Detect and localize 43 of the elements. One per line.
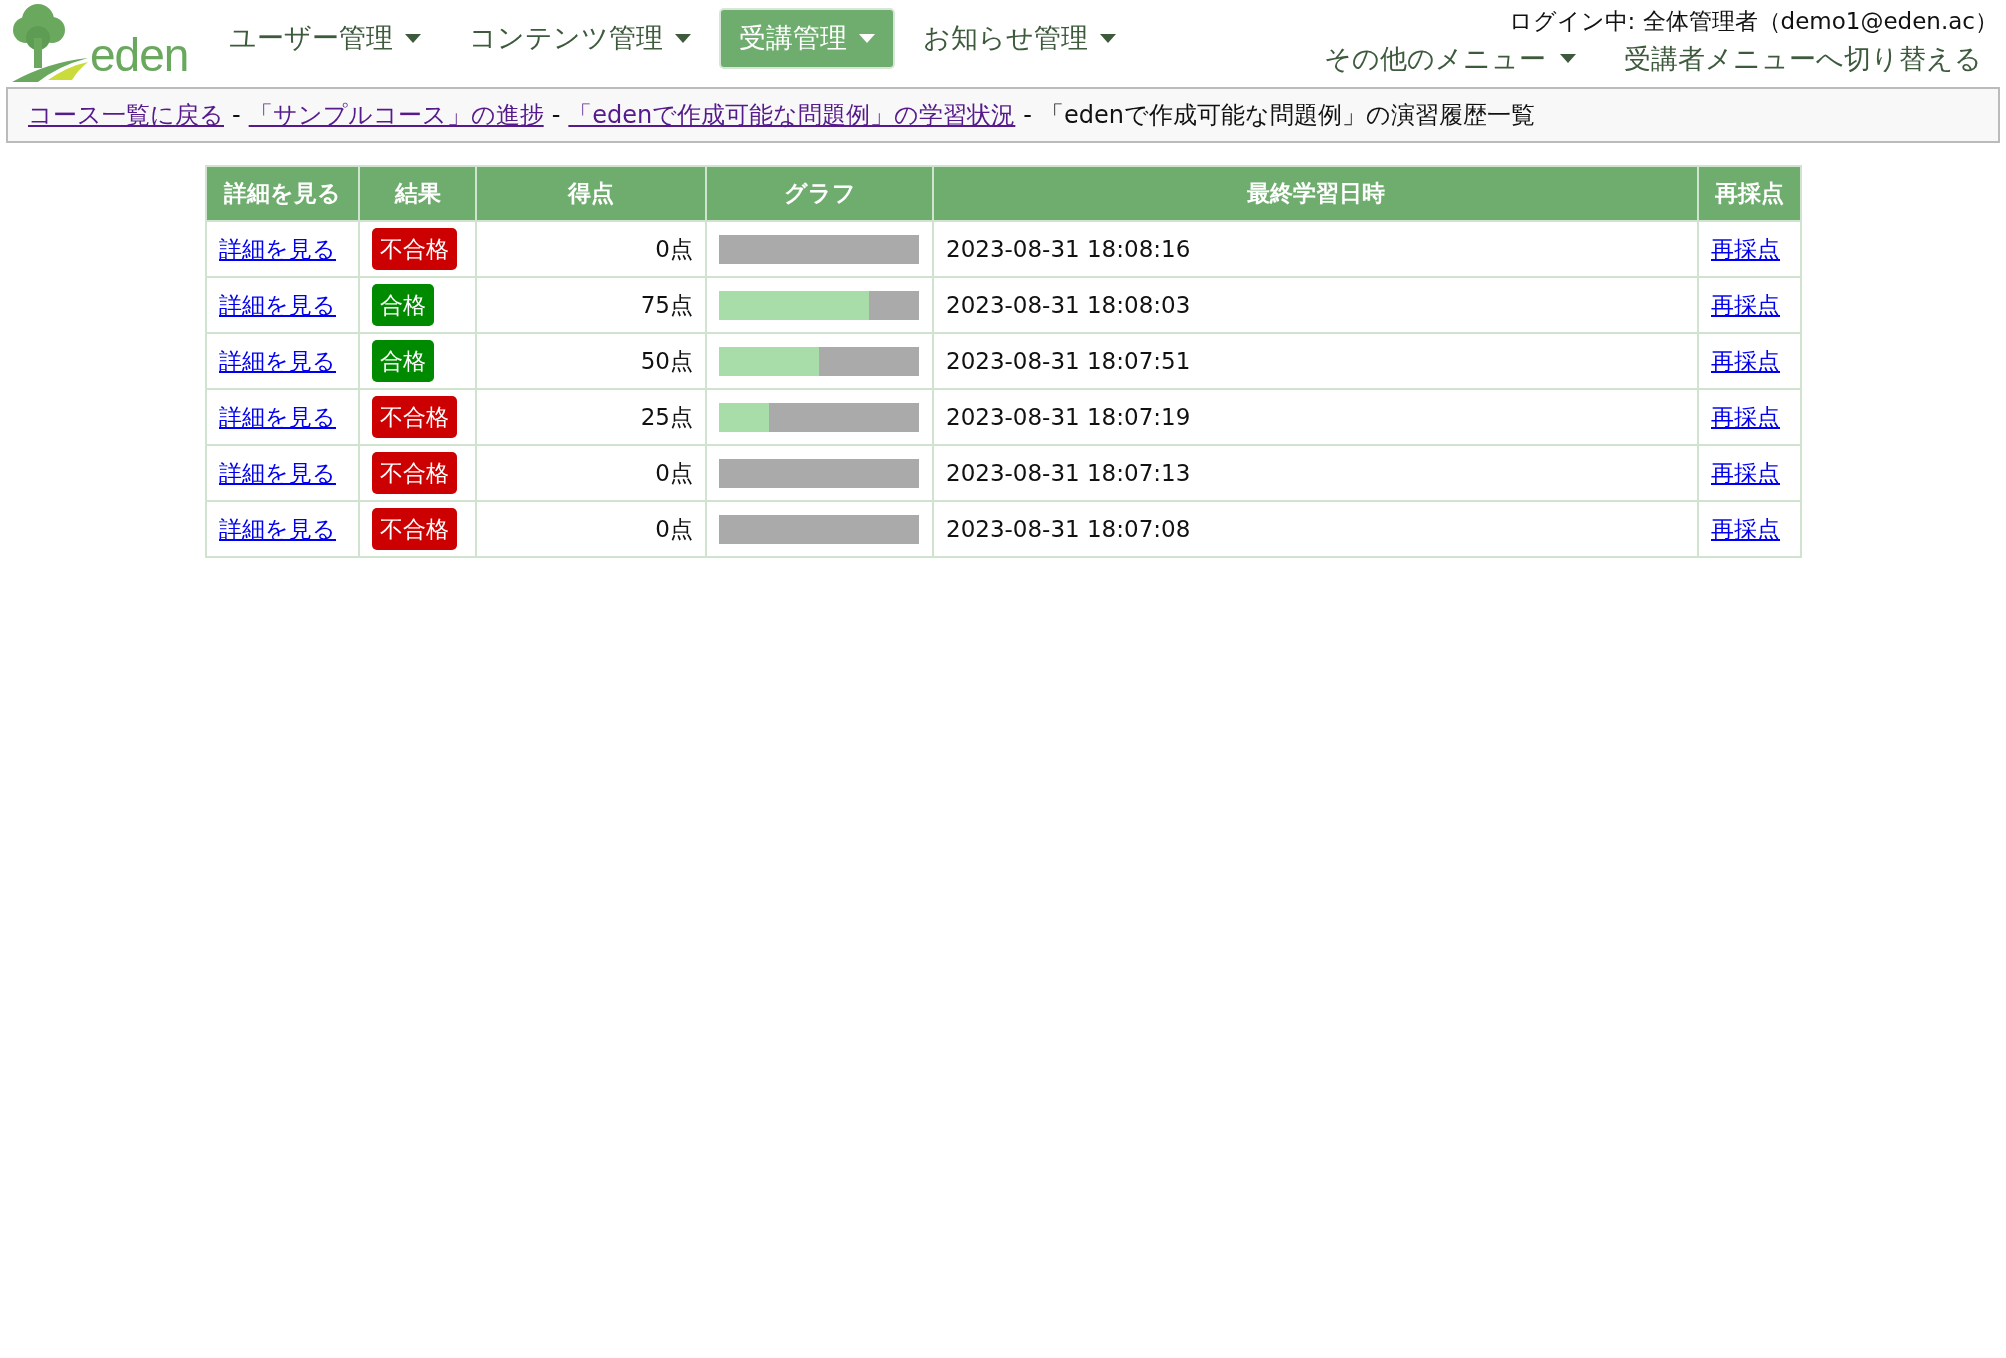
score-cell: 75点 bbox=[476, 277, 706, 333]
switch-menu-link[interactable]: 受講者メニューへ切り替える bbox=[1624, 38, 1982, 79]
date-cell: 2023-08-31 18:07:08 bbox=[933, 501, 1698, 557]
score-cell: 50点 bbox=[476, 333, 706, 389]
score-cell: 25点 bbox=[476, 389, 706, 445]
column-header: 詳細を見る bbox=[206, 166, 359, 221]
date-cell: 2023-08-31 18:07:13 bbox=[933, 445, 1698, 501]
caret-icon bbox=[405, 33, 421, 43]
fail-badge: 不合格 bbox=[372, 395, 457, 439]
breadcrumb-separator: - bbox=[551, 101, 561, 129]
score-cell: 0点 bbox=[476, 445, 706, 501]
date-cell: 2023-08-31 18:08:16 bbox=[933, 221, 1698, 277]
caret-icon bbox=[1560, 54, 1576, 64]
pass-badge: 合格 bbox=[372, 339, 434, 383]
logo-text: eden bbox=[90, 32, 189, 78]
column-header: グラフ bbox=[706, 166, 933, 221]
column-header: 結果 bbox=[359, 166, 476, 221]
breadcrumb-current: 「edenで作成可能な問題例」の演習履歴一覧 bbox=[1040, 101, 1535, 129]
fail-badge: 不合格 bbox=[372, 227, 457, 271]
caret-icon bbox=[675, 33, 691, 43]
fail-badge: 不合格 bbox=[372, 507, 457, 551]
other-menu[interactable]: その他のメニュー bbox=[1324, 38, 1576, 79]
breadcrumb-separator: - bbox=[232, 101, 241, 129]
breadcrumb-link[interactable]: 「edenで作成可能な問題例」の学習状況 bbox=[568, 101, 1016, 129]
column-header: 再採点 bbox=[1698, 166, 1801, 221]
nav-menu[interactable]: コンテンツ管理 bbox=[449, 8, 711, 69]
breadcrumb-link[interactable]: 「サンプルコース」の進捗 bbox=[248, 101, 544, 129]
nav-menu[interactable]: ユーザー管理 bbox=[209, 8, 441, 69]
score-cell: 0点 bbox=[476, 501, 706, 557]
column-header: 最終学習日時 bbox=[933, 166, 1698, 221]
fail-badge: 不合格 bbox=[372, 451, 457, 495]
date-cell: 2023-08-31 18:07:51 bbox=[933, 333, 1698, 389]
breadcrumb-separator: - bbox=[1023, 101, 1032, 129]
date-cell: 2023-08-31 18:08:03 bbox=[933, 277, 1698, 333]
nav-menu[interactable]: お知らせ管理 bbox=[903, 8, 1136, 69]
pass-badge: 合格 bbox=[372, 283, 434, 327]
date-cell: 2023-08-31 18:07:19 bbox=[933, 389, 1698, 445]
score-cell: 0点 bbox=[476, 221, 706, 277]
caret-icon bbox=[1100, 33, 1116, 43]
breadcrumb-link[interactable]: コース一覧に戻る bbox=[28, 101, 224, 129]
caret-icon bbox=[859, 33, 875, 43]
login-status: ログイン中: 全体管理者（demo1@eden.ac） bbox=[1508, 7, 1998, 36]
column-header: 得点 bbox=[476, 166, 706, 221]
